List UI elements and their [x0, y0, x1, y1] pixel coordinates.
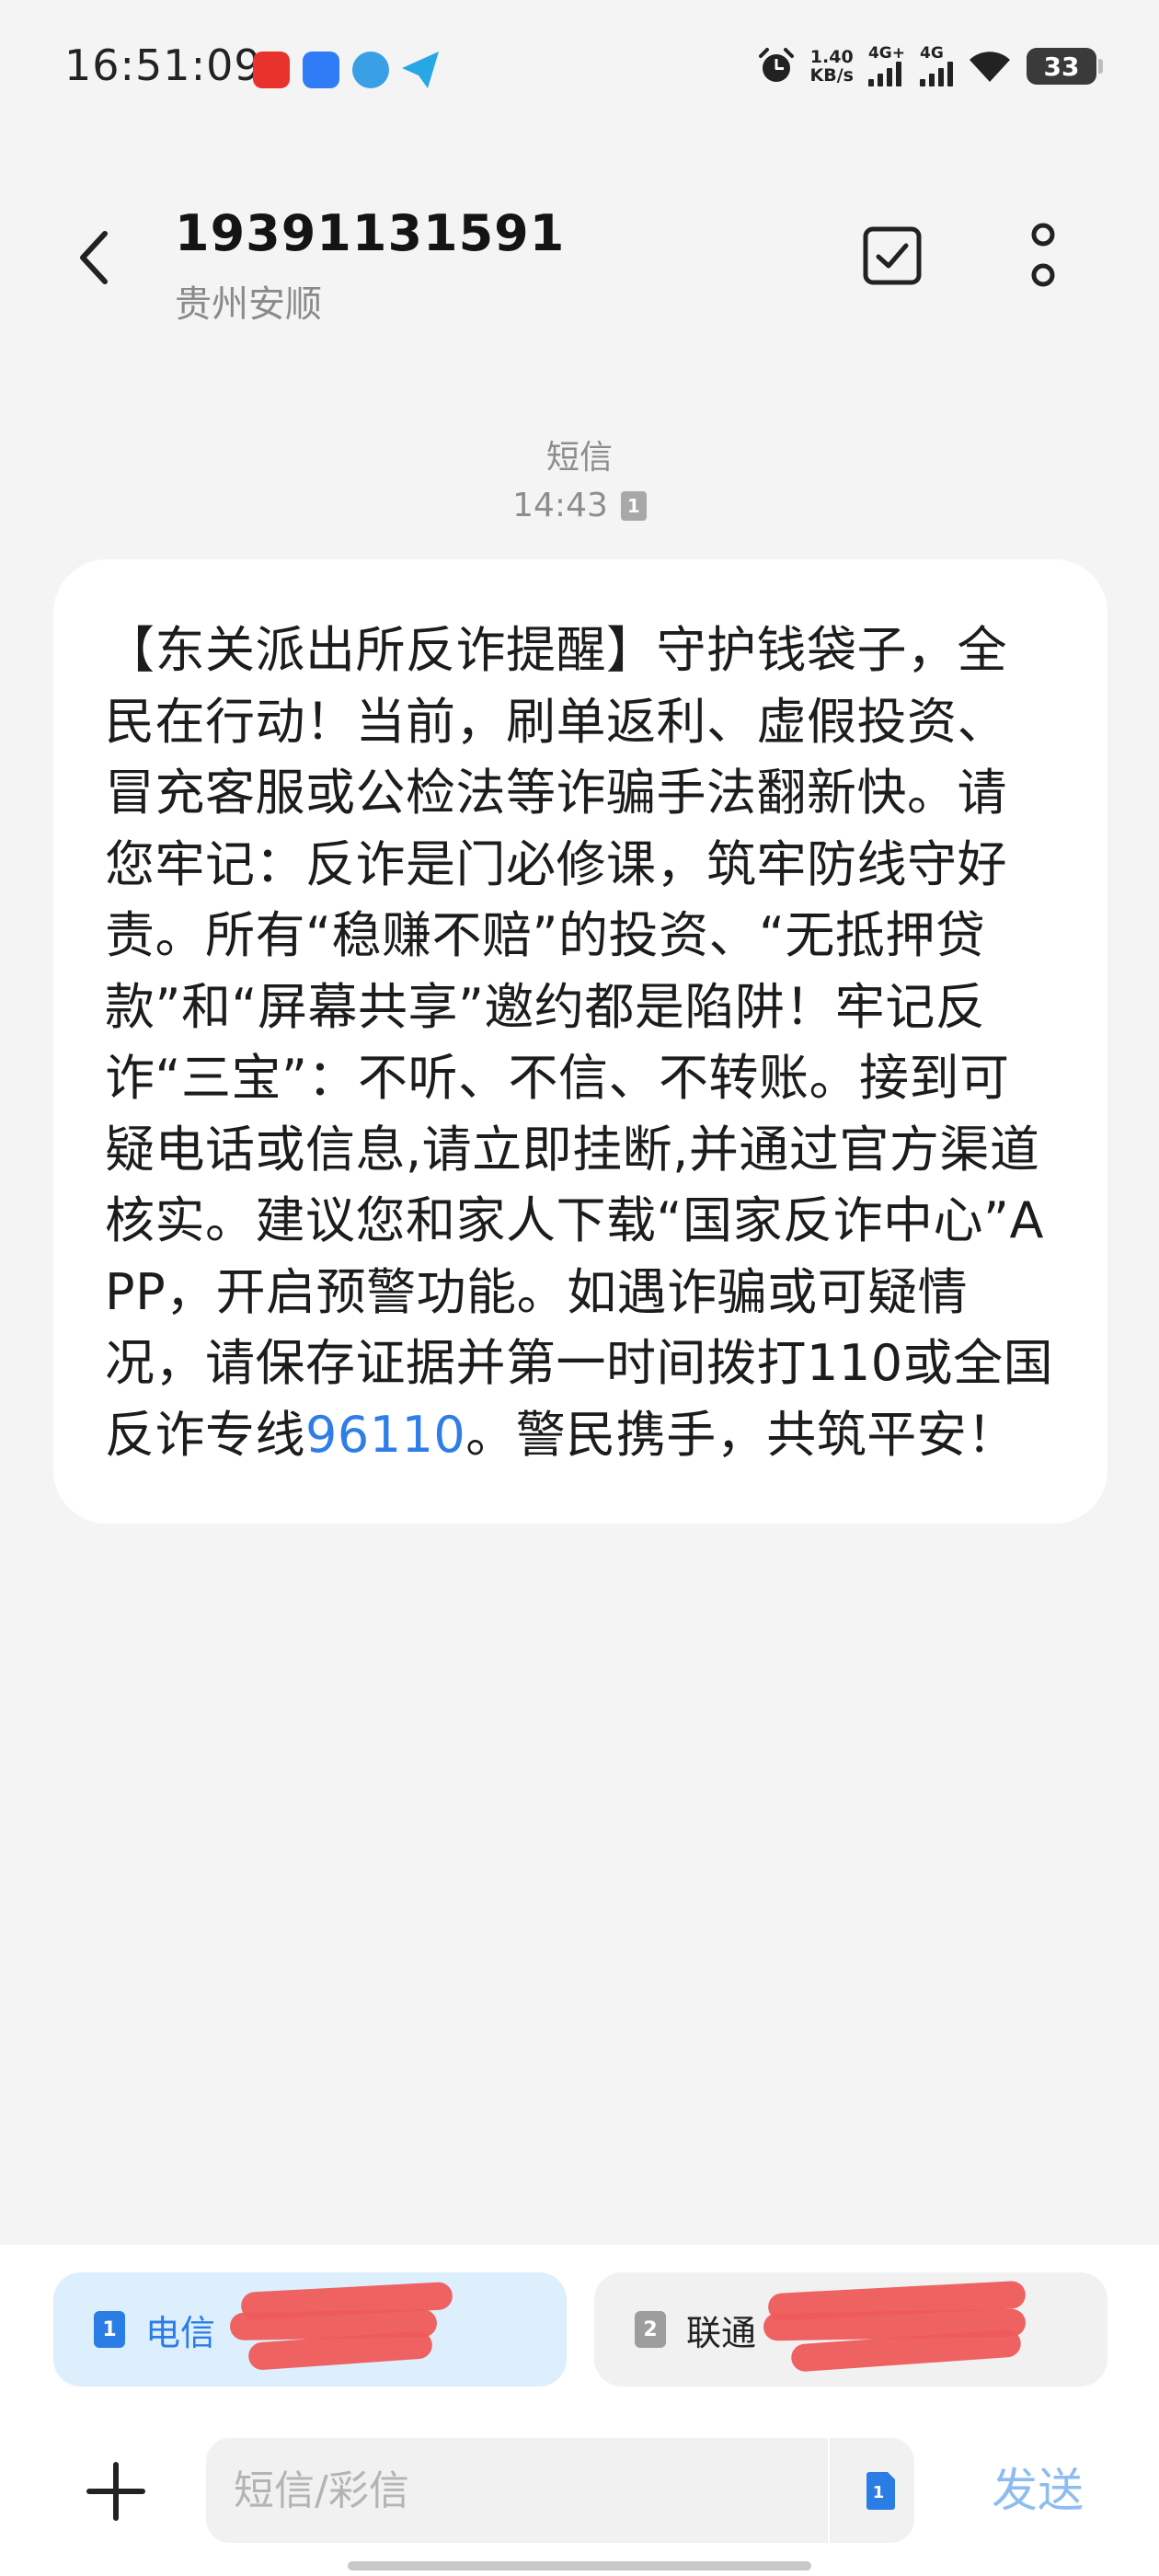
signal-strength-sim2: 4G: [920, 46, 953, 86]
sim-switch-button[interactable]: 1: [850, 2458, 914, 2523]
sim1-label: 电信: [145, 2312, 216, 2353]
svg-text:1: 1: [873, 2483, 885, 2502]
more-vertical-icon: [1031, 223, 1055, 287]
checkbox-icon: [863, 226, 922, 285]
plus-icon: [86, 2462, 145, 2521]
network-speed: 1.40 KB/s: [809, 47, 854, 86]
compose-divider: [828, 2438, 830, 2543]
contact-phone-number: 19391131591: [175, 204, 566, 262]
notes-app-icon: [303, 52, 339, 88]
signal-bars-icon: [867, 61, 901, 86]
camera-app-icon: [352, 52, 389, 88]
signal-bars-icon: [920, 61, 953, 86]
contact-location: 贵州安顺: [175, 283, 322, 326]
battery-icon: 33: [1027, 48, 1103, 85]
back-button[interactable]: [57, 221, 131, 294]
alarm-icon: [757, 47, 796, 86]
status-bar: 16:51:09 1.40 KB/s 4G+ 4G 33: [0, 0, 1159, 138]
wifi-icon: [968, 49, 1012, 84]
send-button[interactable]: 发送: [973, 2458, 1102, 2523]
sim-card-icon: 1: [866, 2472, 895, 2510]
message-time: 14:43: [512, 487, 608, 524]
notification-icons: [253, 52, 439, 88]
sim-slot-icon: 1: [620, 491, 647, 521]
system-icons: 1.40 KB/s 4G+ 4G 33: [757, 46, 1103, 86]
message-type-label: 短信: [545, 439, 613, 477]
message-input[interactable]: [234, 2438, 822, 2543]
shopping-app-icon: [253, 52, 290, 88]
message-meta: 短信 14:43 1: [0, 434, 1159, 530]
status-time: 16:51:09: [64, 40, 262, 90]
conversation-header: 19391131591 贵州安顺: [0, 166, 1159, 350]
signal-strength-sim1: 4G+: [867, 46, 905, 86]
telegram-icon: [402, 52, 439, 88]
message-timestamp-row: 14:43 1: [0, 482, 1159, 530]
chevron-left-icon: [80, 231, 108, 284]
multi-select-button[interactable]: [855, 219, 929, 293]
sim1-icon: 1: [94, 2311, 125, 2348]
add-attachment-button[interactable]: [79, 2455, 153, 2528]
message-body: 【东关派出所反诈提醒】守护钱袋子，全民在行动！当前，刷单返利、虚假投资、冒充客服…: [105, 621, 1054, 1464]
more-options-button[interactable]: [1006, 219, 1080, 293]
sim2-icon: 2: [635, 2311, 666, 2348]
sim2-label: 联通: [686, 2312, 757, 2353]
phone-number-link[interactable]: 96110: [305, 1406, 465, 1464]
message-bubble[interactable]: 【东关派出所反诈提醒】守护钱袋子，全民在行动！当前，刷单返利、虚假投资、冒充客服…: [53, 559, 1107, 1524]
compose-field: 1: [206, 2438, 914, 2543]
home-indicator[interactable]: [348, 2561, 811, 2570]
